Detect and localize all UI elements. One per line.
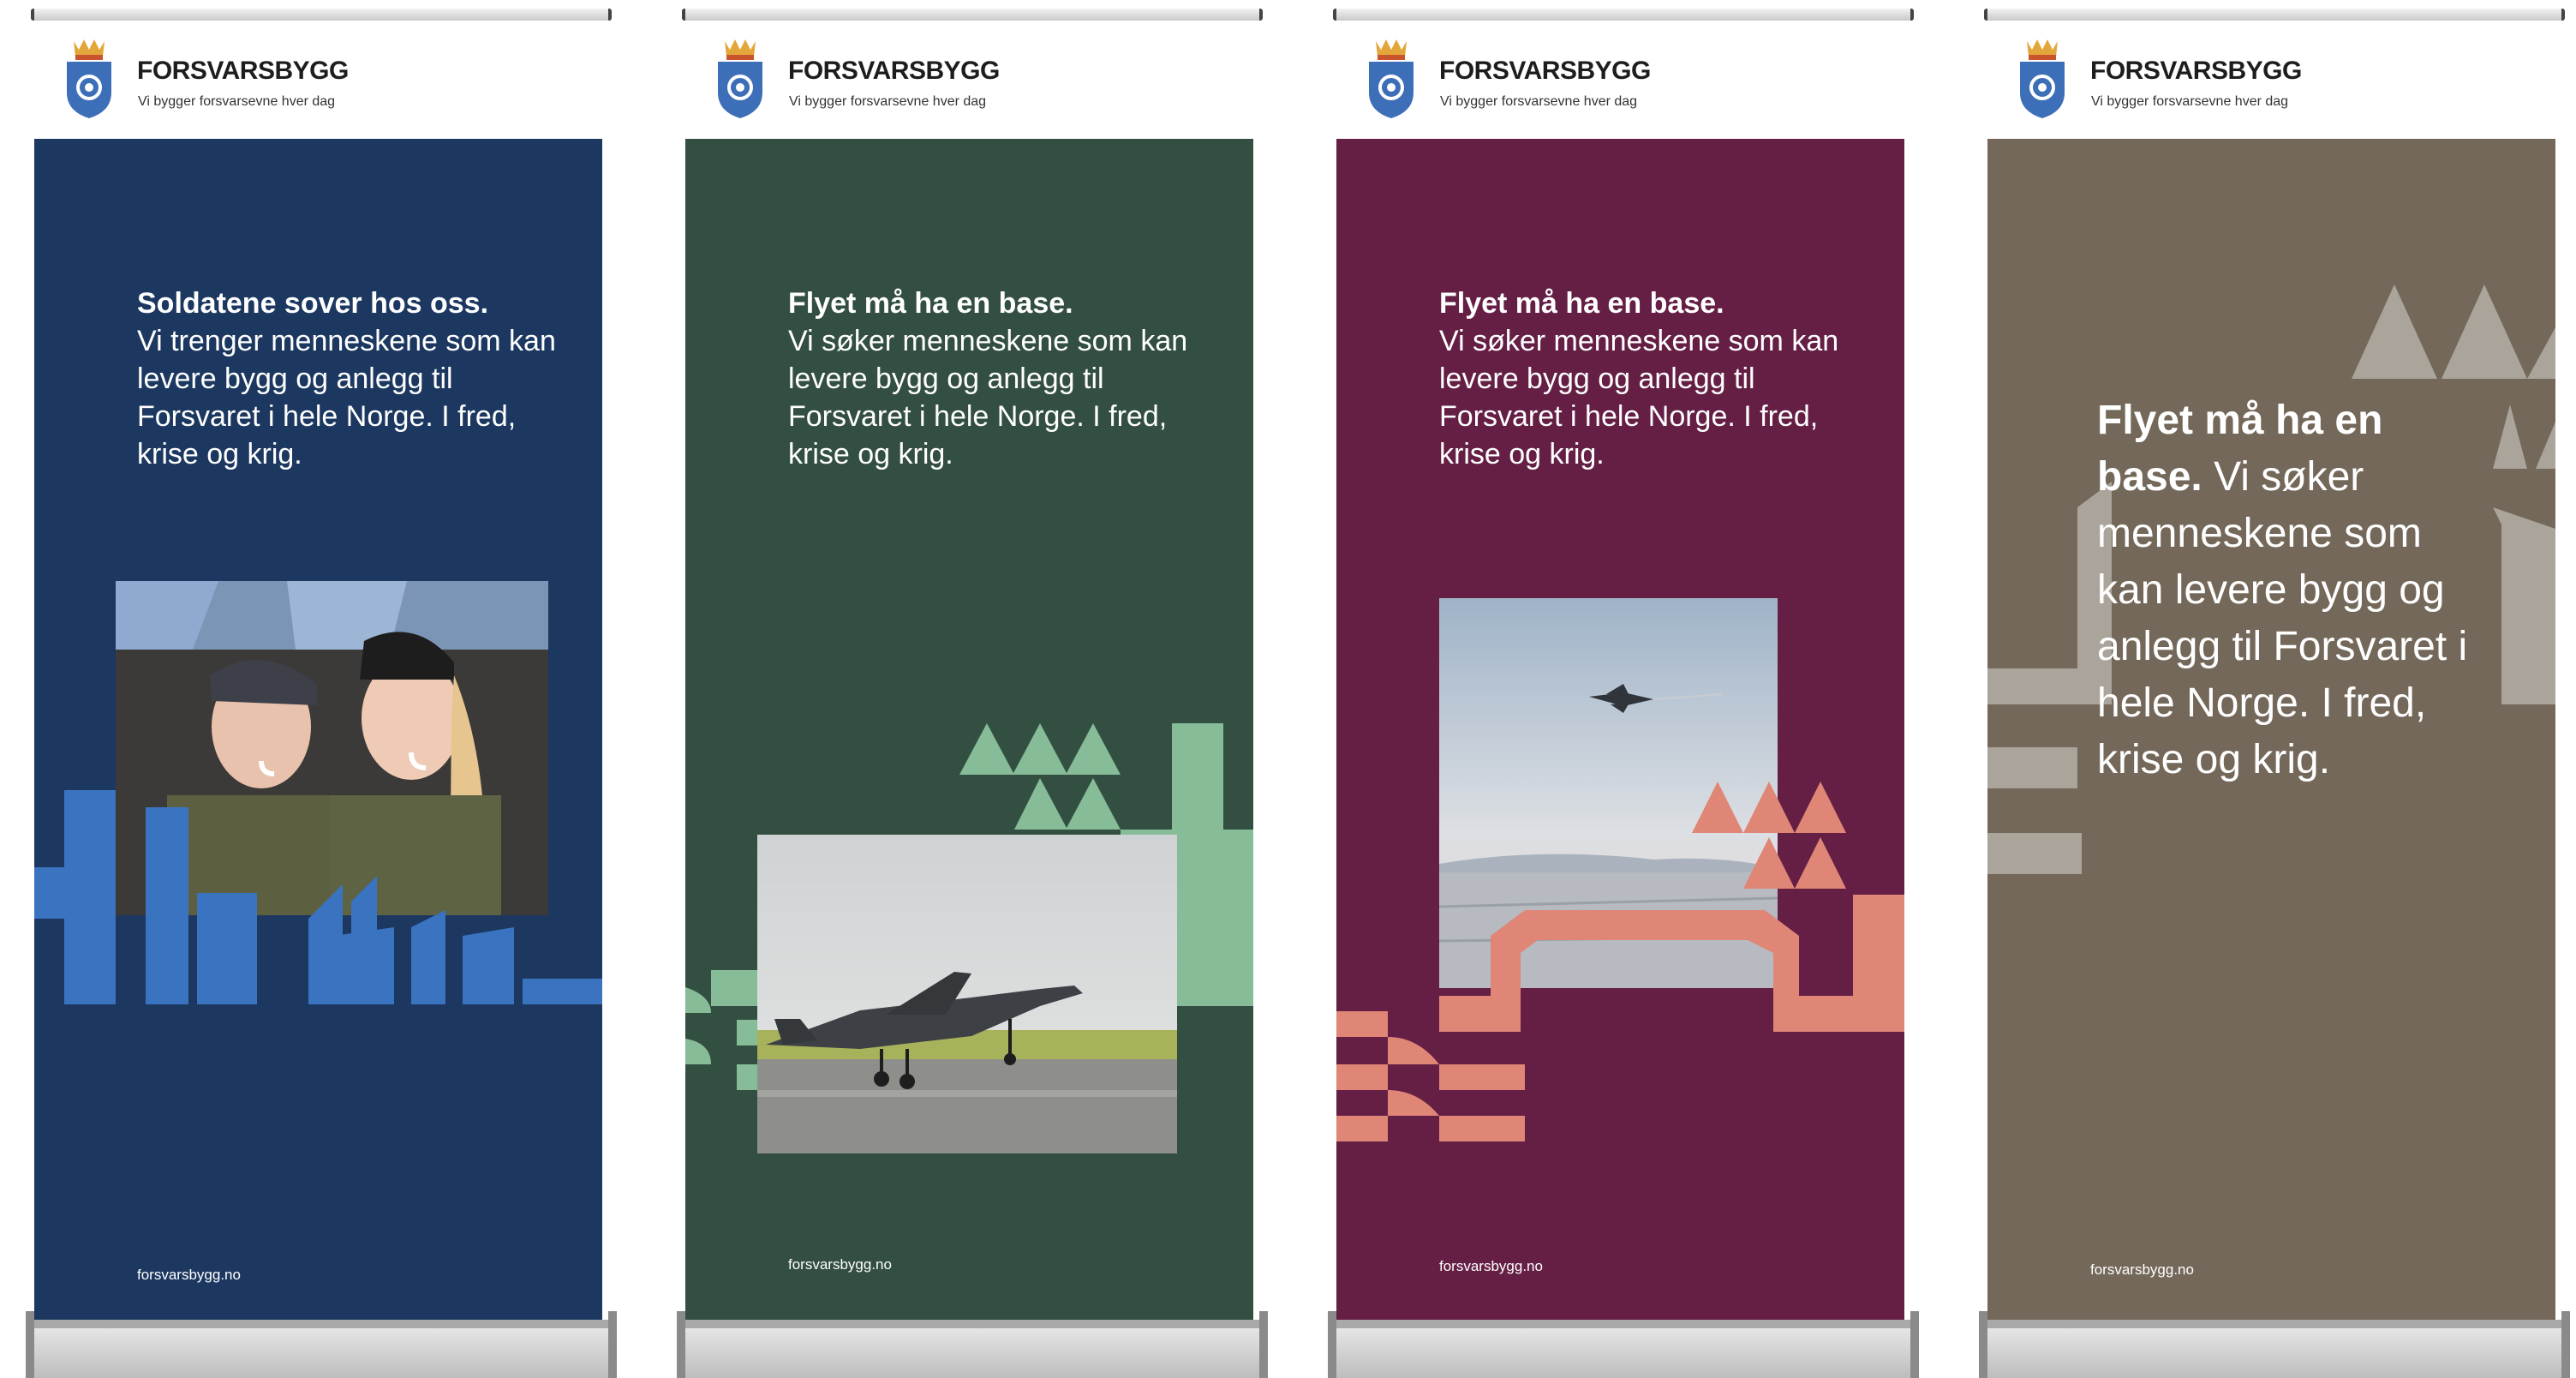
rollup-banner-1: FORSVARSBYGG Vi bygger forsvarsevne hver… — [26, 0, 617, 1378]
banner-body: Vi trenger menneskene som kan levere byg… — [137, 325, 556, 470]
hangar-silhouette-graphic — [1336, 782, 1904, 1141]
banner-stand — [26, 1311, 617, 1378]
banner-panel: Flyet må ha en base. Vi søker menneskene… — [685, 139, 1253, 1325]
banner-header: FORSVARSBYGG Vi bygger forsvarsevne hver… — [685, 22, 1255, 138]
brand-tagline: Vi bygger forsvarsevne hver dag — [1440, 94, 1638, 109]
banner-body: Vi søker menneskene som kan levere bygg … — [2097, 454, 2468, 782]
norwegian-crown-crest-icon — [2020, 39, 2065, 118]
jet-takeoff-photo — [757, 835, 1177, 1153]
banner-header: FORSVARSBYGG Vi bygger forsvarsevne hver… — [34, 22, 604, 138]
banner-top-rail — [682, 9, 1263, 21]
brand-name: FORSVARSBYGG — [1439, 57, 1651, 85]
rollup-banner-4: FORSVARSBYGG Vi bygger forsvarsevne hver… — [1979, 0, 2570, 1378]
rollup-banner-2: FORSVARSBYGG Vi bygger forsvarsevne hver… — [677, 0, 1268, 1378]
banner-top-rail — [1333, 9, 1914, 21]
banner-header: FORSVARSBYGG Vi bygger forsvarsevne hver… — [1987, 22, 2557, 138]
rollup-banner-3: FORSVARSBYGG Vi bygger forsvarsevne hver… — [1328, 0, 1919, 1378]
banner-panel: Flyet må ha en base. Vi søker menneskene… — [1336, 139, 1904, 1325]
footer-url: forsvarsbygg.no — [137, 1267, 241, 1283]
brand-name: FORSVARSBYGG — [2090, 57, 2302, 85]
banner-stand — [1328, 1311, 1919, 1378]
banner-message: Flyet må ha en base. Vi søker menneskene… — [1439, 285, 1868, 473]
banner-headline: Soldatene sover hos oss. — [137, 287, 489, 320]
brand-name: FORSVARSBYGG — [137, 57, 349, 85]
brand-tagline: Vi bygger forsvarsevne hver dag — [2091, 94, 2289, 109]
banner-body: Vi søker menneskene som kan levere bygg … — [1439, 325, 1839, 470]
banner-top-rail — [31, 9, 612, 21]
brand-tagline: Vi bygger forsvarsevne hver dag — [789, 94, 987, 109]
banner-headline: Flyet må ha en base. — [1439, 287, 1724, 320]
footer-url: forsvarsbygg.no — [788, 1256, 892, 1273]
banner-stand — [1979, 1311, 2570, 1378]
banner-message: Soldatene sover hos oss. Vi trenger menn… — [137, 285, 565, 473]
banner-panel: Flyet må ha en base. Vi søker menneskene… — [1987, 139, 2555, 1325]
banner-message: Flyet må ha en base. Vi søker menneskene… — [2097, 392, 2491, 788]
footer-url: forsvarsbygg.no — [2090, 1261, 2194, 1278]
norwegian-crown-crest-icon — [67, 39, 111, 118]
norwegian-crown-crest-icon — [718, 39, 762, 118]
building-silhouette-graphic — [34, 790, 602, 1004]
banner-body: Vi søker menneskene som kan levere bygg … — [788, 325, 1188, 470]
banner-headline: Flyet må ha en base. — [788, 287, 1073, 320]
banner-message: Flyet må ha en base. Vi søker menneskene… — [788, 285, 1216, 473]
banner-panel: Soldatene sover hos oss. Vi trenger menn… — [34, 139, 602, 1325]
brand-tagline: Vi bygger forsvarsevne hver dag — [138, 94, 336, 109]
banner-top-rail — [1984, 9, 2565, 21]
banner-header: FORSVARSBYGG Vi bygger forsvarsevne hver… — [1336, 22, 1906, 138]
banner-stand — [677, 1311, 1268, 1378]
norwegian-crown-crest-icon — [1369, 39, 1414, 118]
footer-url: forsvarsbygg.no — [1439, 1258, 1543, 1274]
brand-name: FORSVARSBYGG — [788, 57, 1000, 85]
